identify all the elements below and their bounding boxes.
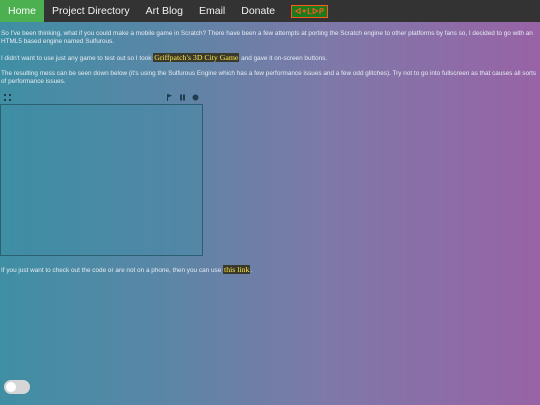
- intro-paragraph: So I've been thinking, what if you could…: [1, 30, 533, 46]
- performance-paragraph: The resulting mess can be seen down belo…: [1, 70, 537, 86]
- nav-project-directory[interactable]: Project Directory: [44, 0, 138, 22]
- nav-art-blog[interactable]: Art Blog: [138, 0, 191, 22]
- nav-donate[interactable]: Donate: [233, 0, 283, 22]
- alternate-link-paragraph: If you just want to check out the code o…: [0, 265, 540, 275]
- game-paragraph-text-before: I didn't want to use just any game to te…: [1, 55, 154, 62]
- nav-home[interactable]: Home: [0, 0, 45, 22]
- game-paragraph: I didn't want to use just any game to te…: [0, 53, 540, 63]
- fullscreen-icon[interactable]: [4, 94, 11, 101]
- badge-container: ᐊ•ᒪᐅᑭ: [283, 0, 329, 22]
- alternate-text-before: If you just want to check out the code o…: [1, 267, 224, 274]
- nav-email[interactable]: Email: [191, 0, 233, 22]
- site-badge[interactable]: ᐊ•ᒪᐅᑭ: [291, 4, 329, 18]
- toggle-knob: [6, 382, 16, 392]
- theme-toggle[interactable]: [4, 380, 30, 394]
- griffpatch-game-link[interactable]: Griffpatch's 3D City Game: [153, 53, 240, 62]
- flag-icon[interactable]: [166, 94, 173, 101]
- this-link[interactable]: this link: [223, 265, 251, 274]
- stop-icon[interactable]: [192, 94, 199, 101]
- player-toolbar: [0, 92, 204, 104]
- alternate-text-after: .: [250, 267, 253, 274]
- game-stage[interactable]: [0, 104, 203, 256]
- top-navigation: Home Project Directory Art Blog Email Do…: [0, 0, 540, 22]
- pause-icon[interactable]: [179, 94, 186, 101]
- game-paragraph-text-after: and gave it on-screen buttons.: [239, 55, 328, 62]
